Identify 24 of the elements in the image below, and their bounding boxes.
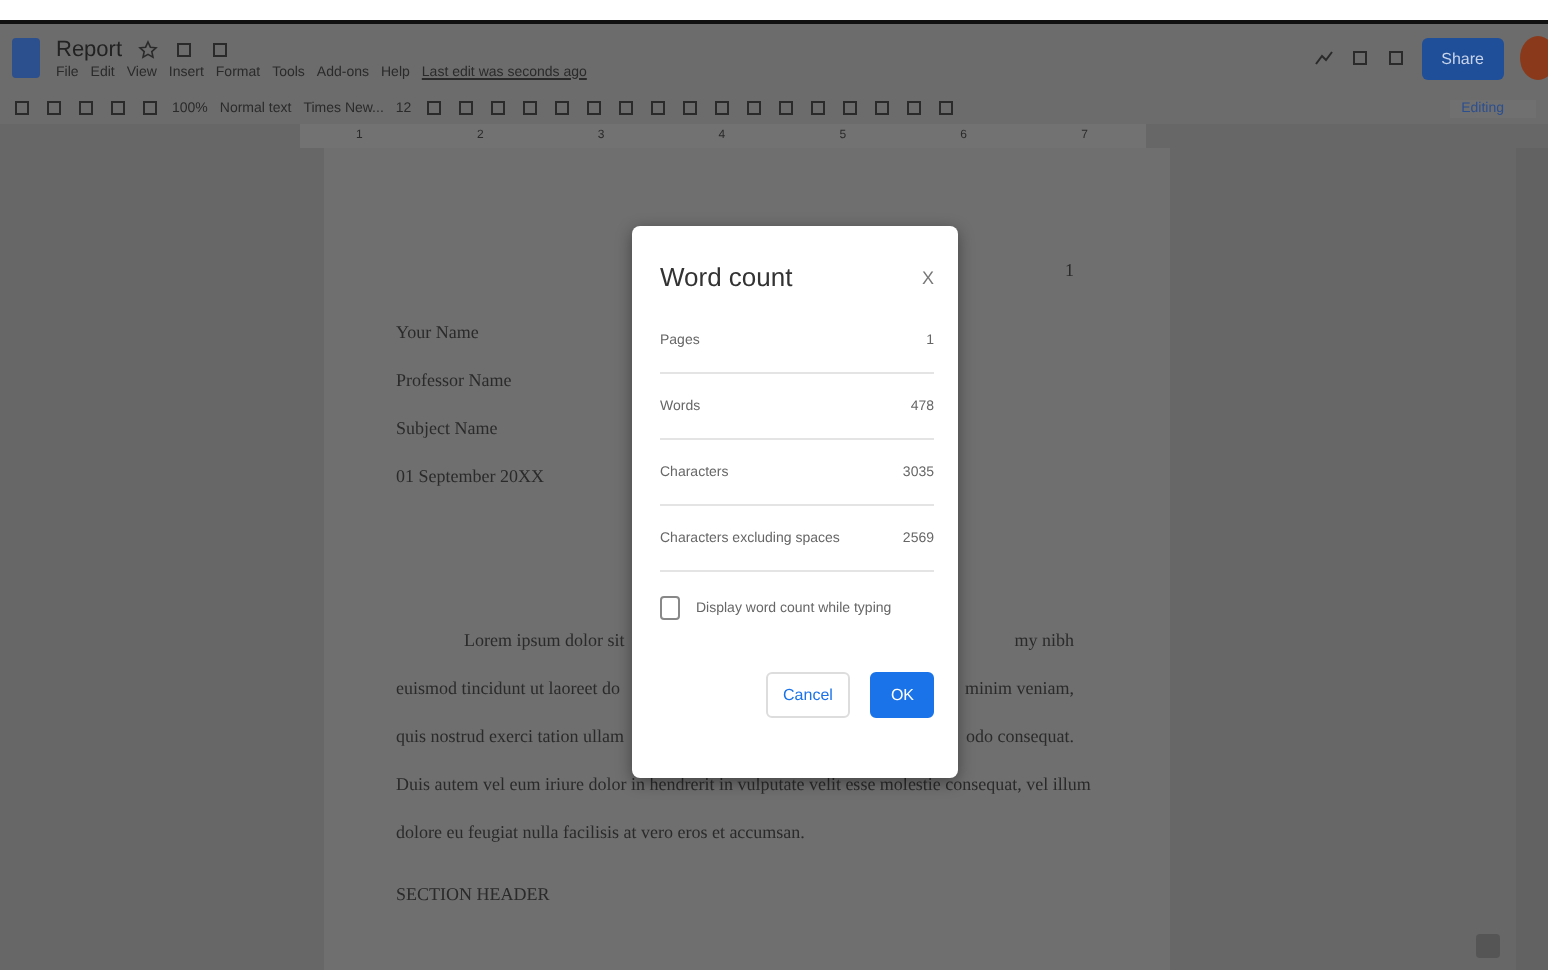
body-text-line: my nibh [1014,630,1074,652]
document-title[interactable]: Report [56,37,123,61]
avatar-icon[interactable] [1520,36,1548,80]
heading-line: Subject Name [396,418,498,440]
share-button[interactable]: Share [1421,37,1504,79]
close-button[interactable]: X [921,267,934,287]
heading-line: Professor Name [396,370,512,392]
checkbox[interactable] [660,596,680,620]
activity-icon[interactable] [1313,48,1334,68]
body-text-line: quis nostrud exerci tation ullam [396,726,624,748]
star-icon[interactable] [138,39,159,59]
ok-button[interactable]: OK [870,672,934,718]
body-text-line: odo consequat. [966,726,1074,748]
page-number: 1 [1065,260,1074,280]
body-text-line: dolore eu feugiat nulla facilisis at vero eros et accumsan. [396,822,805,844]
heading-line: Your Name [396,322,479,344]
body-text-line: Lorem ipsum dolor sit [464,630,625,652]
cancel-button[interactable]: Cancel [765,672,851,718]
dialog-title: Word count [660,262,793,292]
body-text-line: Duis autem vel eum iriure dolor in hendrerit in vulputate velit esse molestie consequat, vel illum [396,774,1091,796]
heading-line: 01 September 20XX [396,466,544,488]
body-text-line: minim veniam, [965,678,1074,700]
body-text-line: euismod tincidunt ut laoreet do [396,678,620,700]
section-header: SECTION HEADER [396,884,552,904]
